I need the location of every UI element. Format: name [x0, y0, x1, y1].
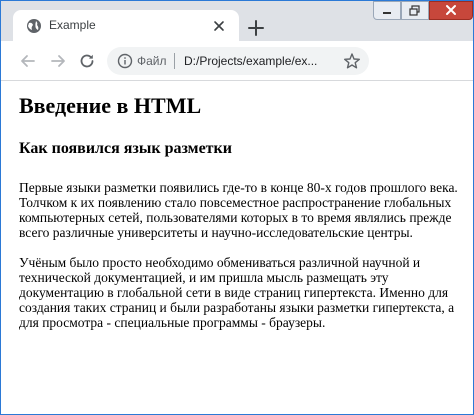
browser-window: Example Файл D:/Projects/example/ex... В… — [0, 0, 474, 415]
globe-icon — [27, 19, 41, 33]
minimize-icon — [383, 12, 391, 14]
close-icon — [446, 5, 456, 15]
browser-tab[interactable]: Example — [13, 10, 239, 41]
paragraph-2: Учёным было просто необходимо обменивать… — [19, 255, 455, 330]
arrow-right-icon[interactable] — [49, 52, 67, 70]
tab-title: Example — [49, 18, 96, 32]
maximize-button[interactable] — [401, 1, 429, 20]
page-content: Введение в HTML Как появился язык размет… — [1, 81, 459, 414]
toolbar: Файл D:/Projects/example/ex... — [1, 41, 473, 81]
scheme-label: Файл — [137, 54, 167, 68]
address-bar[interactable]: Файл D:/Projects/example/ex... — [107, 47, 369, 75]
address-separator — [174, 53, 175, 69]
arrow-left-icon[interactable] — [19, 52, 37, 70]
url-text[interactable]: D:/Projects/example/ex... — [184, 53, 317, 69]
close-icon[interactable] — [211, 18, 227, 34]
window-controls — [371, 1, 473, 21]
star-icon[interactable] — [343, 52, 361, 70]
section-heading: Как появился язык разметки — [19, 140, 232, 157]
info-icon[interactable] — [117, 53, 133, 69]
close-window-button[interactable] — [429, 1, 473, 20]
title-bar: Example — [1, 1, 473, 41]
paragraph-1: Первые языки разметки появились где-то в… — [19, 180, 458, 240]
new-tab-button[interactable] — [245, 17, 267, 39]
reload-icon[interactable] — [78, 52, 96, 70]
minimize-button[interactable] — [373, 1, 401, 20]
restore-icon — [409, 5, 420, 16]
page-title: Введение в HTML — [19, 93, 202, 118]
